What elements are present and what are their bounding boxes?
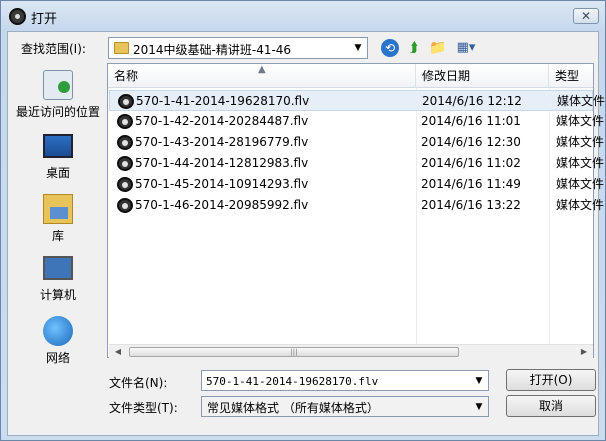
file-name: 570-1-46-2014-20985992.flv (135, 198, 309, 212)
place-computer[interactable]: 计算机 (13, 256, 103, 303)
place-network[interactable]: 网络 (13, 316, 103, 366)
column-header-name[interactable]: ▲ 名称 (108, 64, 416, 88)
scroll-right-icon[interactable]: ▶ (577, 345, 591, 359)
open-button[interactable]: 打开(O) (506, 369, 596, 391)
file-type: 媒体文件 (556, 198, 605, 212)
close-button[interactable]: ✕ (573, 8, 599, 24)
file-date: 2014/6/16 12:30 (421, 135, 521, 149)
flv-file-icon (117, 198, 133, 213)
look-in-dropdown[interactable]: 2014中级基础-精讲班-41-46 ▼ (108, 37, 368, 59)
network-icon (43, 316, 73, 346)
column-header-date[interactable]: 修改日期 (416, 64, 549, 88)
dialog-title: 打开 (31, 12, 58, 27)
title-bar[interactable]: 打开 ✕ (1, 1, 605, 31)
scroll-thumb[interactable]: ||| (129, 347, 459, 357)
chevron-down-icon[interactable]: ▼ (471, 398, 487, 416)
flv-file-icon (117, 114, 133, 129)
file-date: 2014/6/16 12:12 (422, 94, 522, 108)
computer-icon (43, 256, 73, 280)
file-name-combo[interactable]: ▼ (201, 370, 489, 391)
file-name-label: 文件名(N): (109, 376, 168, 390)
sort-ascending-icon: ▲ (258, 64, 266, 75)
chevron-down-icon[interactable]: ▼ (471, 372, 487, 390)
place-label: 网络 (45, 351, 70, 365)
place-label: 桌面 (45, 166, 70, 180)
file-row[interactable]: 570-1-45-2014-10914293.flv 2014/6/16 11:… (109, 174, 604, 195)
look-in-value: 2014中级基础-精讲班-41-46 (133, 43, 292, 57)
scroll-left-icon[interactable]: ◀ (111, 345, 125, 359)
flv-file-icon (118, 94, 134, 109)
cancel-button[interactable]: 取消 (506, 395, 596, 417)
file-row[interactable]: 570-1-42-2014-20284487.flv 2014/6/16 11:… (109, 111, 604, 132)
place-label: 库 (51, 229, 64, 243)
file-name: 570-1-41-2014-19628170.flv (136, 94, 310, 108)
view-menu-button[interactable]: ▦▾ (453, 38, 479, 58)
file-row[interactable]: 570-1-41-2014-19628170.flv 2014/6/16 12:… (109, 90, 605, 111)
file-date: 2014/6/16 11:02 (421, 156, 521, 170)
column-header-row: ▲ 名称 修改日期 类型 (108, 64, 593, 88)
file-name: 570-1-45-2014-10914293.flv (135, 177, 309, 191)
new-folder-button[interactable]: 📁 (428, 38, 448, 58)
place-label: 计算机 (39, 288, 76, 302)
file-name: 570-1-44-2014-12812983.flv (135, 156, 309, 170)
desktop-icon (43, 134, 73, 158)
place-libraries[interactable]: 库 (13, 194, 103, 244)
file-name: 570-1-43-2014-28196779.flv (135, 135, 309, 149)
file-type: 媒体文件 (556, 114, 605, 128)
file-date: 2014/6/16 11:01 (421, 114, 521, 128)
open-file-dialog: 打开 ✕ 查找范围(I): 2014中级基础-精讲班-41-46 ▼ ⟲ ⮭ 📁… (0, 0, 606, 441)
libraries-icon (43, 194, 73, 224)
file-name-input[interactable] (206, 373, 466, 389)
file-date: 2014/6/16 13:22 (421, 198, 521, 212)
file-row[interactable]: 570-1-46-2014-20985992.flv 2014/6/16 13:… (109, 195, 604, 216)
flv-file-icon (117, 177, 133, 192)
file-row[interactable]: 570-1-43-2014-28196779.flv 2014/6/16 12:… (109, 132, 604, 153)
file-row[interactable]: 570-1-44-2014-12812983.flv 2014/6/16 11:… (109, 153, 604, 174)
place-desktop[interactable]: 桌面 (13, 134, 103, 181)
flv-file-icon (117, 135, 133, 150)
film-reel-icon (9, 8, 26, 25)
file-type: 媒体文件 (556, 135, 605, 149)
file-type-value: 常见媒体格式 （所有媒体格式） (207, 401, 379, 415)
place-recent[interactable]: 最近访问的位置 (13, 70, 103, 120)
file-type: 媒体文件 (557, 94, 606, 108)
place-label: 最近访问的位置 (15, 105, 100, 119)
file-name: 570-1-42-2014-20284487.flv (135, 114, 309, 128)
places-bar: 最近访问的位置 桌面 库 计算机 网络 (13, 64, 103, 366)
file-type-label: 文件类型(T): (109, 401, 178, 415)
up-folder-button[interactable]: ⮭ (404, 38, 424, 58)
flv-file-icon (117, 156, 133, 171)
horizontal-scrollbar[interactable]: ◀ ||| ▶ (109, 344, 593, 358)
recent-places-icon (43, 70, 73, 100)
file-list[interactable]: ▲ 名称 修改日期 类型 570-1-41-2014-19628170.flv … (107, 63, 605, 358)
file-date: 2014/6/16 11:49 (421, 177, 521, 191)
file-type-dropdown[interactable]: 常见媒体格式 （所有媒体格式） ▼ (201, 396, 489, 417)
file-type: 媒体文件 (556, 156, 605, 170)
file-type: 媒体文件 (556, 177, 605, 191)
column-header-type[interactable]: 类型 (549, 64, 593, 88)
folder-icon (114, 42, 129, 54)
chevron-down-icon[interactable]: ▼ (350, 39, 366, 57)
back-button[interactable]: ⟲ (381, 39, 399, 57)
look-in-label: 查找范围(I): (21, 42, 86, 56)
